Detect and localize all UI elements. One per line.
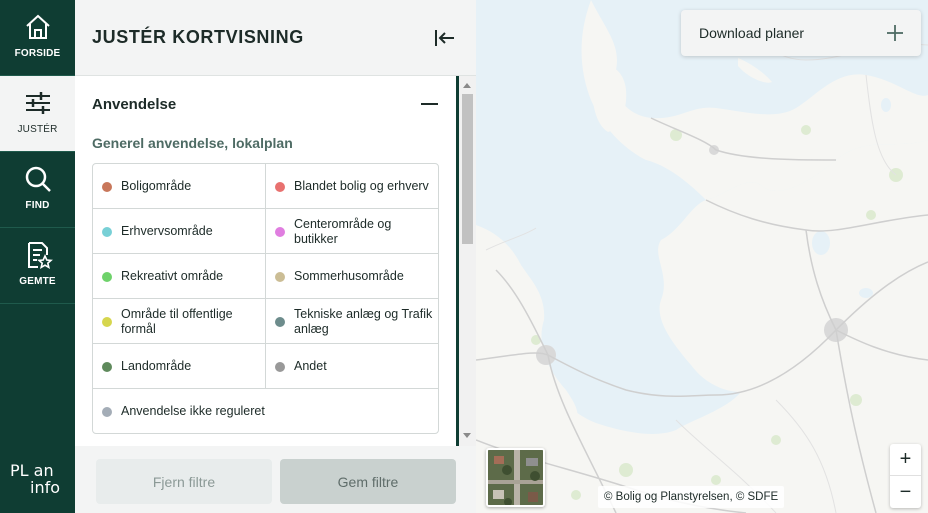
legend-swatch	[275, 226, 285, 237]
legend-row: Anvendelse ikke reguleret	[93, 389, 438, 434]
subsection-title: Generel anvendelse, lokalplan	[92, 135, 293, 151]
sliders-icon	[25, 92, 50, 114]
logo-line-1: PL an	[10, 461, 54, 480]
legend-row: Landområde Andet	[93, 344, 438, 389]
map-canvas[interactable]	[476, 0, 928, 513]
legend-swatch	[275, 316, 285, 327]
legend-label: Område til offentlige formål	[121, 306, 233, 336]
legend-label: Centerområde og butikker	[294, 216, 392, 246]
legend-swatch	[102, 271, 112, 282]
legend-label: Tekniske anlæg og Trafik anlæg	[294, 306, 433, 336]
legend-item-rekreativt[interactable]: Rekreativt område	[93, 254, 266, 299]
section-collapse-button[interactable]	[421, 95, 439, 113]
legend-item-boligomraade[interactable]: Boligområde	[93, 164, 266, 209]
legend-item-andet[interactable]: Andet	[266, 344, 438, 389]
zoom-out-button[interactable]: −	[890, 476, 921, 508]
legend-label: Andet	[294, 359, 327, 373]
legend-swatch	[275, 181, 285, 192]
panel-scrollbar[interactable]	[459, 76, 476, 446]
planinfo-logo[interactable]: PL an info	[10, 462, 60, 496]
legend-swatch	[102, 316, 112, 327]
logo-line-2: info	[30, 478, 61, 497]
legend-item-ikke-reguleret[interactable]: Anvendelse ikke reguleret	[93, 389, 438, 434]
nav-label-forside: FORSIDE	[14, 48, 61, 59]
save-filters-button[interactable]: Gem filtre	[280, 459, 456, 504]
aerial-thumbnail-icon	[488, 450, 543, 505]
adjust-map-panel: JUSTÉR KORTVISNING Anvendelse Generel an…	[75, 0, 476, 513]
zoom-control: + −	[890, 444, 921, 508]
nav-item-juster[interactable]: JUSTÉR	[0, 76, 75, 152]
scroll-up-arrow-icon[interactable]	[463, 83, 471, 88]
legend-item-centeromraade[interactable]: Centerområde og butikker	[266, 209, 438, 254]
nav-item-gemte[interactable]: GEMTE	[0, 228, 75, 304]
nav-rail: FORSIDE JUSTÉR FIND GEMTE PL an info	[0, 0, 75, 513]
nav-label-gemte: GEMTE	[19, 276, 56, 287]
legend-item-landomraade[interactable]: Landområde	[93, 344, 266, 389]
download-plans-label: Download planer	[699, 25, 805, 41]
legend-swatch	[102, 226, 112, 237]
download-plans-button[interactable]: Download planer	[681, 10, 921, 56]
nav-label-find: FIND	[25, 200, 50, 211]
legend-swatch	[102, 406, 112, 417]
legend-label: Rekreativt område	[121, 269, 224, 283]
collapse-left-icon	[435, 30, 454, 46]
nav-item-forside[interactable]: FORSIDE	[0, 0, 75, 76]
nav-item-find[interactable]: FIND	[0, 152, 75, 228]
legend-row: Område til offentlige formål Tekniske an…	[93, 299, 438, 344]
legend-item-tekniske-anlaeg[interactable]: Tekniske anlæg og Trafik anlæg	[266, 299, 438, 344]
legend-label: Sommerhusområde	[294, 269, 404, 283]
legend-swatch	[102, 181, 112, 192]
panel-header: JUSTÉR KORTVISNING	[75, 0, 476, 76]
home-icon	[25, 14, 50, 39]
map-base-layer	[476, 0, 928, 513]
legend-label: Boligområde	[121, 179, 192, 193]
legend-item-erhvervsomraade[interactable]: Erhvervsområde	[93, 209, 266, 254]
plus-icon	[887, 25, 903, 41]
basemap-switcher[interactable]	[486, 448, 545, 507]
scroll-thumb[interactable]	[462, 94, 473, 244]
legend-label: Landområde	[121, 359, 192, 373]
legend-label: Blandet bolig og erhverv	[294, 179, 429, 193]
scroll-down-arrow-icon[interactable]	[463, 433, 471, 438]
legend-label: Erhvervsområde	[121, 224, 213, 238]
panel-footer: Fjern filtre Gem filtre	[75, 446, 476, 513]
section-title-anvendelse: Anvendelse	[92, 96, 177, 113]
remove-filters-button[interactable]: Fjern filtre	[96, 459, 272, 504]
legend-item-blandet-bolig[interactable]: Blandet bolig og erhverv	[266, 164, 438, 209]
legend-swatch	[275, 361, 285, 372]
legend-swatch	[102, 361, 112, 372]
legend-item-sommerhus[interactable]: Sommerhusområde	[266, 254, 438, 299]
panel-title: JUSTÉR KORTVISNING	[92, 27, 304, 47]
collapse-panel-button[interactable]	[430, 24, 458, 52]
legend-row: Boligområde Blandet bolig og erhverv	[93, 164, 438, 209]
map-attribution: © Bolig og Planstyrelsen, © SDFE	[598, 486, 785, 508]
legend-row: Rekreativt område Sommerhusområde	[93, 254, 438, 299]
zoom-in-button[interactable]: +	[890, 444, 921, 476]
search-icon	[25, 166, 51, 192]
legend-item-offentlige-formaal[interactable]: Område til offentlige formål	[93, 299, 266, 344]
land-use-legend: Boligområde Blandet bolig og erhverv Erh…	[92, 163, 439, 434]
legend-row: Erhvervsområde Centerområde og butikker	[93, 209, 438, 254]
legend-swatch	[275, 271, 285, 282]
legend-label: Anvendelse ikke reguleret	[121, 404, 265, 418]
saved-document-icon	[27, 242, 53, 270]
nav-label-juster: JUSTÉR	[17, 124, 58, 135]
